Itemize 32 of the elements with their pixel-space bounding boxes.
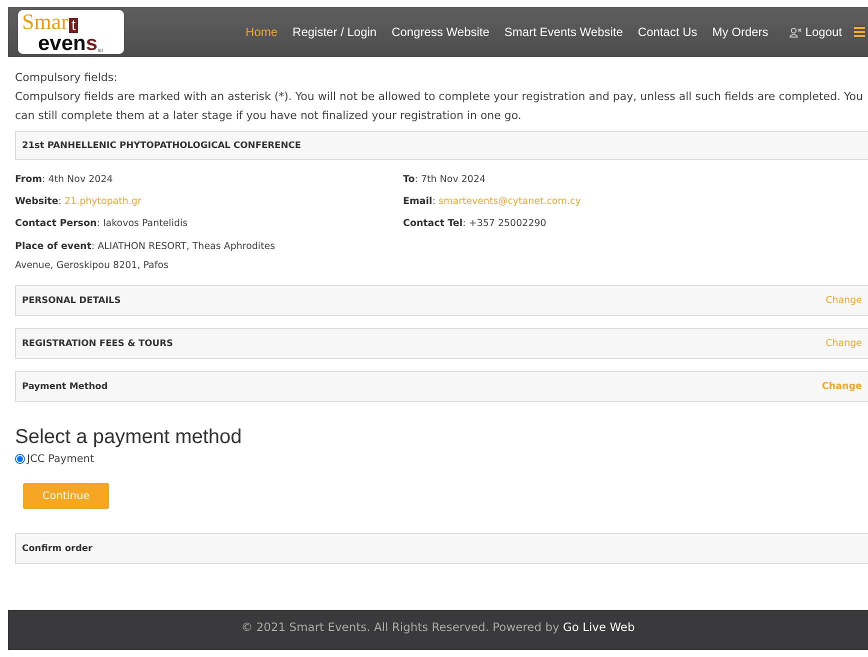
step-title: PERSONAL DETAILS: [22, 296, 121, 306]
logo-text: t: [69, 18, 78, 32]
logo-text: even: [38, 32, 86, 54]
radio-button[interactable]: [15, 454, 25, 464]
logo-text: Smar: [22, 10, 68, 32]
notice-title: Compulsory fields:: [15, 70, 118, 86]
radio-option[interactable]: JCC Payment: [15, 453, 868, 465]
info-text: Contact Person: Iakovos Pantelidis: [15, 217, 189, 231]
footer-text: © 2021 Smart Events. All Rights Reserved. Powered by Go Live Web: [241, 620, 635, 636]
user-icon: [789, 26, 802, 38]
step-title: Payment Method: [22, 382, 108, 392]
section-title: 21st PANHELLENIC PHYTOPATHOLOGICAL CONFERENCE: [22, 140, 301, 150]
info-text: Contact Tel: +357 25002290: [403, 217, 548, 231]
nav-link[interactable]: Logout: [783, 25, 842, 39]
menu-icon[interactable]: [854, 27, 865, 37]
section-heading: Select a payment method: [15, 426, 243, 449]
step-title: REGISTRATION FEES & TOURS: [22, 338, 173, 348]
info-text: To: 7th Nov 2024: [403, 173, 487, 187]
info-text: From: 4th Nov 2024: [15, 173, 114, 187]
logo-text: s: [86, 32, 98, 54]
nav-link[interactable]: Register / Login: [292, 25, 377, 39]
info-text: Place of event: ALIATHON RESORT, Theas Aphrodites Avenue, Geroskipou 8201, Pafos: [15, 240, 276, 273]
info-text: Email: smartevents@cytanet.com.cy: [403, 195, 582, 209]
nav-link[interactable]: Smart Events Website: [504, 25, 623, 39]
nav-link[interactable]: Home: [246, 25, 278, 39]
step-title: Confirm order: [22, 544, 92, 554]
nav-link[interactable]: My Orders: [712, 25, 768, 39]
notice-text: Compulsory fields are marked with an asterisk (*). You will not be allowed to complete your registration and pay, unless all such fields are completed. You can still complete them at a later stage if you have not finalized your registration in one go.: [15, 89, 864, 124]
nav-link[interactable]: Contact Us: [638, 25, 698, 39]
info-text: Website: 21.phytopath.gr: [15, 195, 142, 209]
footer-link[interactable]: Go Live Web: [562, 620, 635, 634]
nav-link[interactable]: Congress Website: [392, 25, 490, 39]
